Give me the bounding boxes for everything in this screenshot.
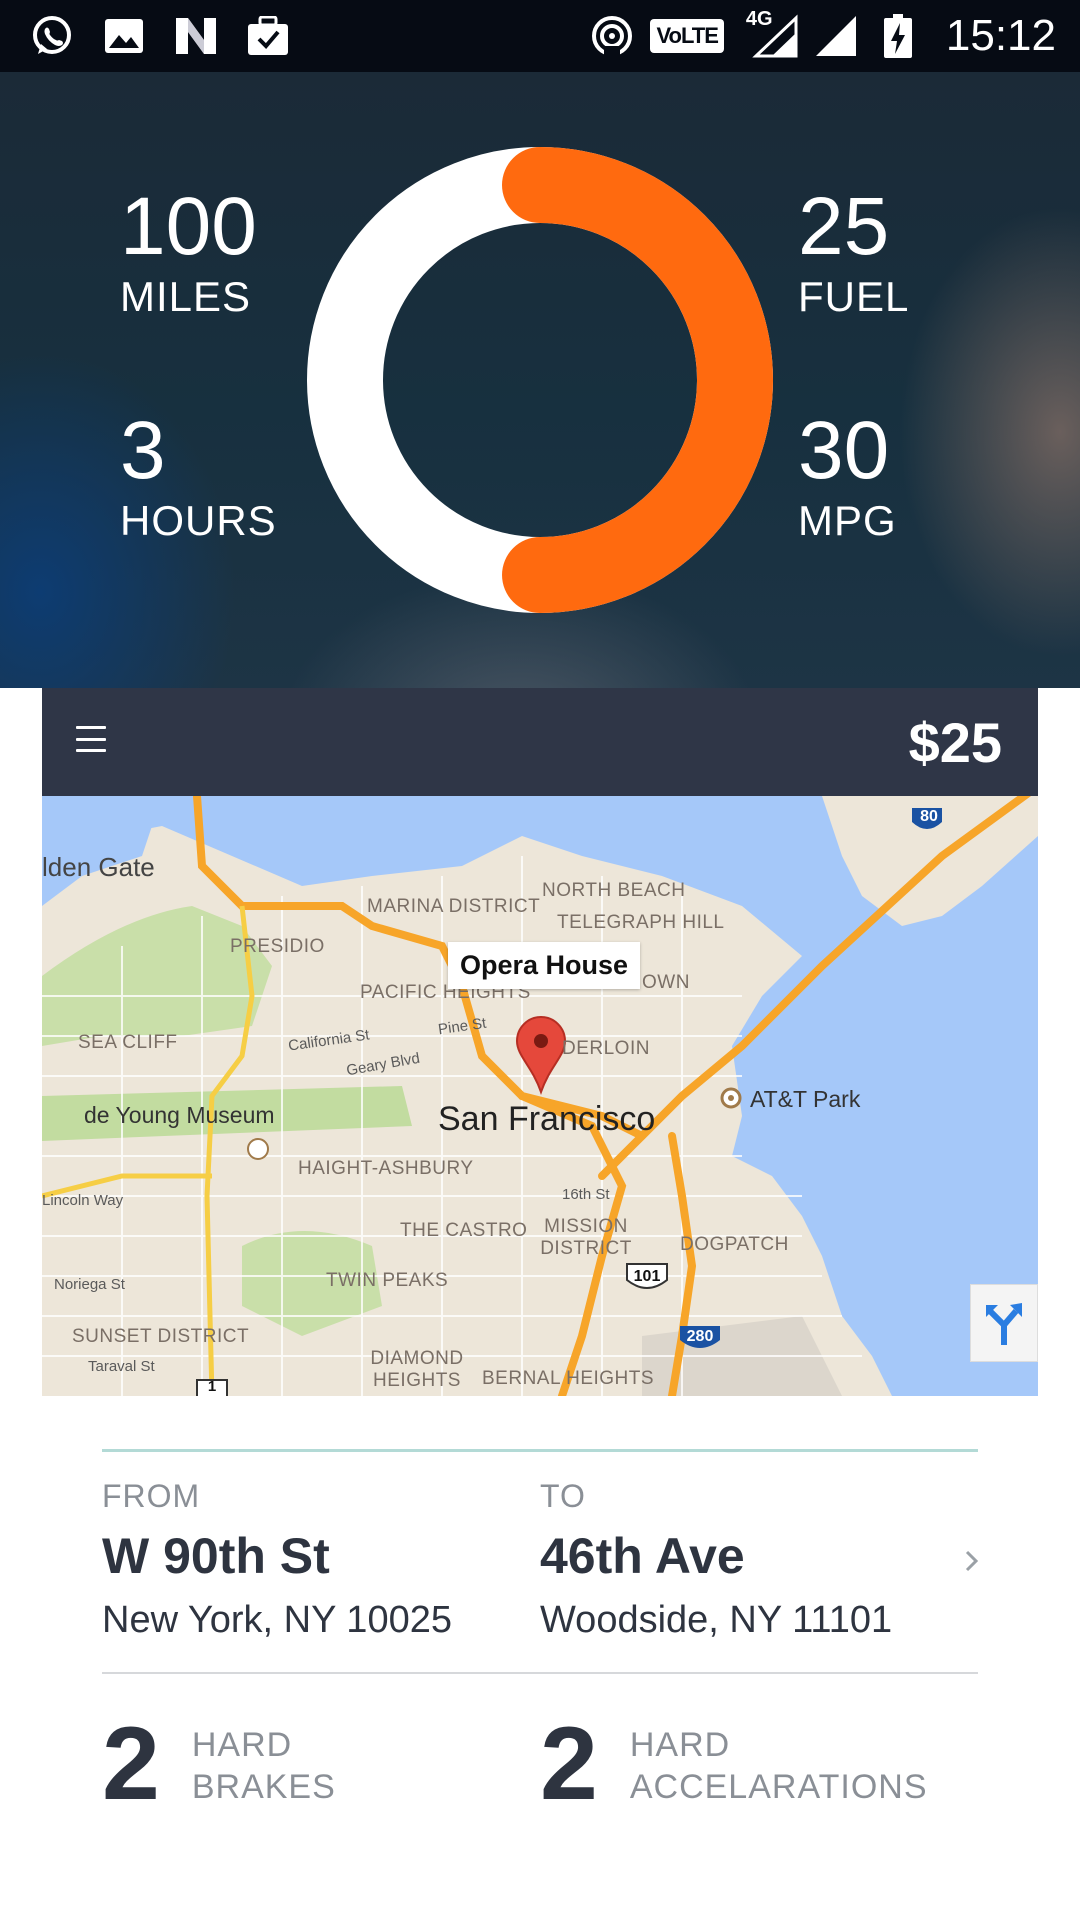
map-label-noriega-st: Noriega St bbox=[54, 1276, 125, 1293]
directions-icon bbox=[986, 1303, 1022, 1345]
hamburger-menu-icon[interactable] bbox=[76, 726, 106, 752]
from-location: FROM W 90th St New York, NY 10025 bbox=[102, 1478, 452, 1642]
trip-card-header: $25 bbox=[42, 688, 1038, 796]
map-label-telegraph-hill: TELEGRAPH HILL bbox=[557, 912, 725, 933]
directions-button[interactable] bbox=[970, 1284, 1038, 1362]
map-label-sunset: SUNSET DISTRICT bbox=[72, 1326, 250, 1347]
signal-icon bbox=[812, 12, 860, 60]
map-label-taraval-st: Taraval St bbox=[88, 1358, 155, 1375]
whatsapp-icon bbox=[28, 12, 76, 60]
clock: 15:12 bbox=[945, 11, 1056, 60]
map-label-marina: MARINA DISTRICT bbox=[367, 896, 541, 917]
hard-brakes-label: HARD BRAKES bbox=[191, 1726, 336, 1806]
map-label-de-young-museum[interactable]: de Young Museum bbox=[84, 1102, 275, 1129]
map-label-diamond-heights: DIAMOND HEIGHTS bbox=[370, 1348, 464, 1391]
fuel-stat: 25 FUEL bbox=[798, 182, 909, 322]
map-label-tenderloin: DERLOIN bbox=[562, 1038, 650, 1059]
trip-summary-screen: VoLTE 4G 15:12 100 MILES 3 HOURS 25 FUEL bbox=[0, 0, 1080, 1920]
to-location[interactable]: TO 46th Ave Woodside, NY 11101 bbox=[540, 1478, 892, 1642]
mpg-value: 30 bbox=[798, 405, 890, 496]
to-address: Woodside, NY 11101 bbox=[540, 1599, 893, 1641]
fuel-donut-chart bbox=[307, 147, 773, 613]
from-street: W 90th St bbox=[102, 1528, 330, 1584]
signal-4g-icon: 4G bbox=[738, 8, 798, 60]
hard-accelerations-metric: 2 HARD ACCELARATIONS bbox=[540, 1712, 928, 1816]
map-canvas[interactable] bbox=[42, 796, 1038, 1396]
map-label-presidio: PRESIDIO bbox=[230, 936, 325, 957]
to-street: 46th Ave bbox=[540, 1528, 745, 1584]
fuel-value: 25 bbox=[798, 181, 890, 272]
hard-brakes-count: 2 bbox=[102, 1706, 160, 1822]
section-divider bbox=[102, 1449, 978, 1452]
status-bar: VoLTE 4G 15:12 bbox=[0, 0, 1080, 72]
shield-us101: 101 bbox=[633, 1268, 661, 1285]
hard-accelerations-label: HARD ACCELARATIONS bbox=[629, 1726, 928, 1806]
trip-price: $25 bbox=[908, 711, 1002, 774]
gallery-icon bbox=[100, 12, 148, 60]
from-address: New York, NY 10025 bbox=[102, 1599, 452, 1641]
miles-value: 100 bbox=[120, 181, 257, 272]
map-label-dogpatch: DOGPATCH bbox=[680, 1234, 789, 1255]
miles-stat: 100 MILES bbox=[120, 182, 257, 322]
shield-i280: 280 bbox=[686, 1328, 714, 1345]
n-app-icon bbox=[172, 12, 220, 60]
hard-accelerations-count: 2 bbox=[540, 1706, 598, 1822]
trip-map[interactable]: lden Gate PRESIDIO MARINA DISTRICT NORTH… bbox=[42, 796, 1038, 1396]
map-label-golden-gate: lden Gate bbox=[42, 852, 155, 882]
miles-label: MILES bbox=[120, 273, 252, 320]
map-label-castro: THE CASTRO bbox=[400, 1220, 528, 1241]
map-label-sea-cliff: SEA CLIFF bbox=[78, 1032, 178, 1053]
hotspot-icon bbox=[588, 12, 636, 60]
map-label-north-beach: NORTH BEACH bbox=[542, 880, 686, 901]
volte-icon: VoLTE bbox=[650, 19, 724, 53]
hours-stat: 3 HOURS bbox=[120, 406, 277, 546]
section-divider bbox=[102, 1672, 978, 1674]
map-label-16th-st: 16th St bbox=[562, 1186, 610, 1203]
map-label-city: San Francisco bbox=[438, 1100, 656, 1138]
map-label-twin-peaks: TWIN PEAKS bbox=[326, 1270, 449, 1291]
to-header: TO bbox=[540, 1478, 586, 1514]
museum-marker[interactable] bbox=[247, 1138, 269, 1160]
hard-brakes-metric: 2 HARD BRAKES bbox=[102, 1712, 336, 1816]
map-label-mission: MISSION DISTRICT bbox=[540, 1216, 632, 1259]
map-label-own: OWN bbox=[642, 972, 690, 993]
hours-label: HOURS bbox=[120, 497, 277, 544]
shield-i80: 80 bbox=[920, 808, 938, 825]
donut-progress-arc bbox=[502, 147, 773, 613]
briefcase-check-icon bbox=[244, 12, 292, 60]
shield-ca1: 1 bbox=[207, 1378, 217, 1395]
map-label-haight-ashbury: HAIGHT-ASHBURY bbox=[298, 1158, 474, 1179]
map-label-att-park[interactable]: AT&T Park bbox=[750, 1086, 860, 1113]
hours-value: 3 bbox=[120, 405, 166, 496]
from-header: FROM bbox=[102, 1478, 201, 1514]
chevron-right-icon[interactable] bbox=[962, 1546, 982, 1576]
fuel-label: FUEL bbox=[798, 273, 910, 320]
mpg-stat: 30 MPG bbox=[798, 406, 897, 546]
map-pin-callout[interactable]: Opera House bbox=[448, 942, 641, 989]
map-label-bernal-heights: BERNAL HEIGHTS bbox=[482, 1368, 655, 1389]
map-label-lincoln-way: Lincoln Way bbox=[42, 1192, 124, 1209]
trip-summary-hero: 100 MILES 3 HOURS 25 FUEL 30 MPG bbox=[0, 72, 1080, 688]
mpg-label: MPG bbox=[798, 497, 897, 544]
battery-charging-icon bbox=[874, 12, 922, 60]
